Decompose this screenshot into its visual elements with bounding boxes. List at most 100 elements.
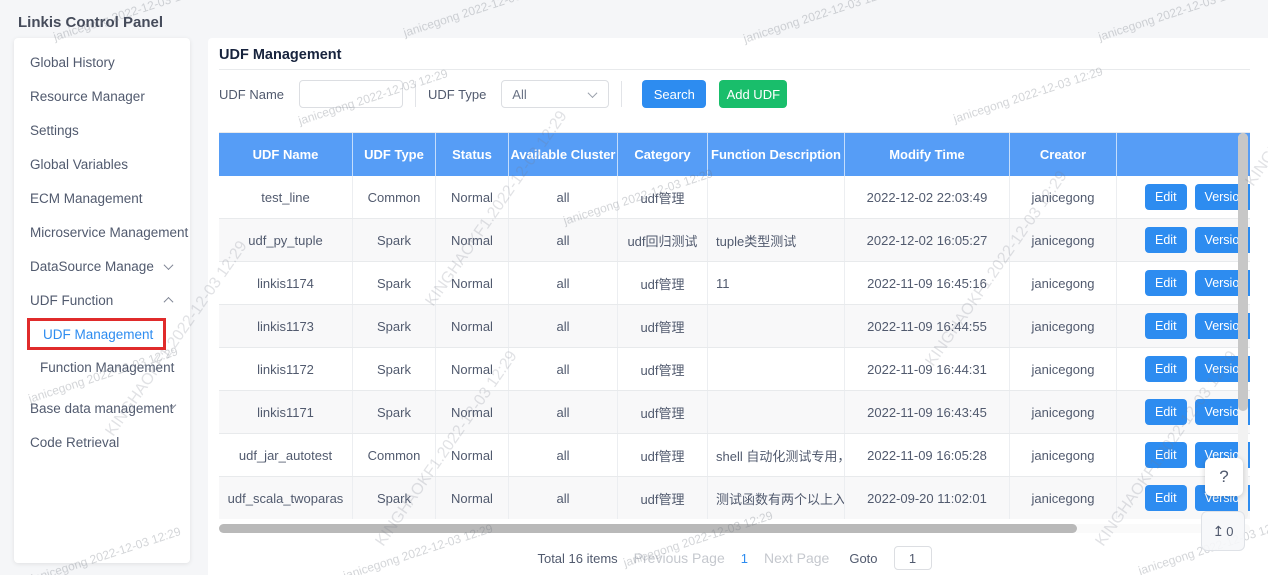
title-divider [219,69,1250,70]
cell-udf-type: Spark [353,348,436,390]
cell-udf-type: Common [353,434,436,476]
goto-label: Goto [849,551,877,566]
cell-modify-time: 2022-11-09 16:05:28 [845,434,1010,476]
cell-cluster: all [509,219,618,261]
scrollbar-thumb[interactable] [219,524,1077,533]
sidebar-item-label: Function Management [40,360,174,375]
cell-actions: Edit Version List [1117,391,1250,433]
task-count-button[interactable]: ↥ 0 [1201,511,1245,551]
udf-type-label: UDF Type [428,87,486,102]
next-page-button[interactable]: Next Page [764,550,829,566]
previous-page-button[interactable]: Previous Page [634,550,725,566]
sidebar-item-label: Global Variables [30,157,128,172]
cell-udf-type: Spark [353,305,436,347]
sidebar-item-microservice-management[interactable]: Microservice Management [14,215,190,249]
cell-creator: janicegong [1010,348,1117,390]
edit-button[interactable]: Edit [1145,313,1187,339]
cell-actions: Edit Version List [1117,305,1250,347]
help-button[interactable]: ? [1205,458,1243,496]
sidebar-item-global-variables[interactable]: Global Variables [14,147,190,181]
upload-arrow-icon: ↥ [1213,523,1225,540]
cell-actions: Edit Version List [1117,262,1250,304]
cell-udf-name: test_line [219,176,353,218]
goto-page-input[interactable] [894,546,932,570]
search-button[interactable]: Search [642,80,706,108]
edit-button[interactable]: Edit [1145,227,1187,253]
cell-udf-name: linkis1173 [219,305,353,347]
udf-name-input[interactable] [299,80,403,108]
cell-description [708,391,845,433]
cell-status: Normal [436,348,509,390]
table-row: udf_scala_twoparas Spark Normal all udf管… [219,477,1250,519]
cell-udf-type: Spark [353,477,436,519]
column-header-udf-name: UDF Name [219,133,353,176]
udf-table: UDF Name UDF Type Status Available Clust… [219,132,1250,519]
cell-description: shell 自动化测试专用，勿... [708,434,845,476]
udf-type-select[interactable]: All [501,80,609,108]
sidebar-item-udf-management[interactable]: UDF Management [27,318,166,350]
cell-description: 测试函数有两个以上入参... [708,477,845,519]
cell-modify-time: 2022-11-09 16:44:31 [845,348,1010,390]
sidebar-item-label: UDF Function [30,293,113,308]
cell-udf-type: Common [353,176,436,218]
cell-creator: janicegong [1010,262,1117,304]
sidebar-item-udf-function[interactable]: UDF Function [14,283,190,317]
sidebar-item-resource-manager[interactable]: Resource Manager [14,79,190,113]
task-count: 0 [1226,524,1233,539]
cell-udf-name: linkis1172 [219,348,353,390]
cell-modify-time: 2022-11-09 16:45:16 [845,262,1010,304]
sidebar-item-label: Global History [30,55,115,70]
sidebar-item-datasource-manage[interactable]: DataSource Manage [14,249,190,283]
cell-category: udf管理 [618,176,708,218]
sidebar-gap [14,383,190,391]
page-number-1[interactable]: 1 [741,551,748,566]
cell-creator: janicegong [1010,434,1117,476]
sidebar-item-label: Base data management [30,401,173,416]
udf-name-label: UDF Name [219,87,284,102]
cell-description [708,305,845,347]
cell-udf-name: linkis1171 [219,391,353,433]
table-row: linkis1173 Spark Normal all udf管理 2022-1… [219,305,1250,348]
cell-category: udf管理 [618,391,708,433]
column-header-modify-time: Modify Time [845,133,1010,176]
chevron-down-icon [588,88,598,98]
edit-button[interactable]: Edit [1145,485,1187,511]
sidebar-item-base-data-management[interactable]: Base data management [14,391,190,425]
cell-modify-time: 2022-09-20 11:02:01 [845,477,1010,519]
cell-cluster: all [509,391,618,433]
edit-button[interactable]: Edit [1145,442,1187,468]
pagination: Total 16 items Previous Page 1 Next Page… [219,545,1250,571]
sidebar-item-ecm-management[interactable]: ECM Management [14,181,190,215]
edit-button[interactable]: Edit [1145,399,1187,425]
cell-modify-time: 2022-11-09 16:44:55 [845,305,1010,347]
cell-description [708,348,845,390]
table-horizontal-scrollbar[interactable] [219,524,1250,533]
cell-status: Normal [436,391,509,433]
column-header-available-cluster: Available Cluster [509,133,618,176]
cell-udf-name: udf_py_tuple [219,219,353,261]
table-header-row: UDF Name UDF Type Status Available Clust… [219,133,1250,176]
cell-creator: janicegong [1010,219,1117,261]
column-header-category: Category [618,133,708,176]
cell-cluster: all [509,176,618,218]
column-header-status: Status [436,133,509,176]
add-udf-button[interactable]: Add UDF [719,80,787,108]
udf-type-value: All [512,87,526,102]
sidebar-item-function-management[interactable]: Function Management [14,351,190,383]
scrollbar-thumb[interactable] [1238,133,1248,411]
table-row: udf_jar_autotest Common Normal all udf管理… [219,434,1250,477]
sidebar-item-settings[interactable]: Settings [14,113,190,147]
edit-button[interactable]: Edit [1145,356,1187,382]
chevron-up-icon [164,296,174,306]
cell-udf-type: Spark [353,391,436,433]
sidebar-item-label: Resource Manager [30,89,145,104]
sidebar-item-global-history[interactable]: Global History [14,45,190,79]
table-row: linkis1171 Spark Normal all udf管理 2022-1… [219,391,1250,434]
edit-button[interactable]: Edit [1145,184,1187,210]
cell-udf-name: udf_jar_autotest [219,434,353,476]
edit-button[interactable]: Edit [1145,270,1187,296]
cell-description: 11 [708,262,845,304]
table-row: linkis1174 Spark Normal all udf管理 11 202… [219,262,1250,305]
sidebar-item-label: Code Retrieval [30,435,119,450]
sidebar-item-code-retrieval[interactable]: Code Retrieval [14,425,190,459]
